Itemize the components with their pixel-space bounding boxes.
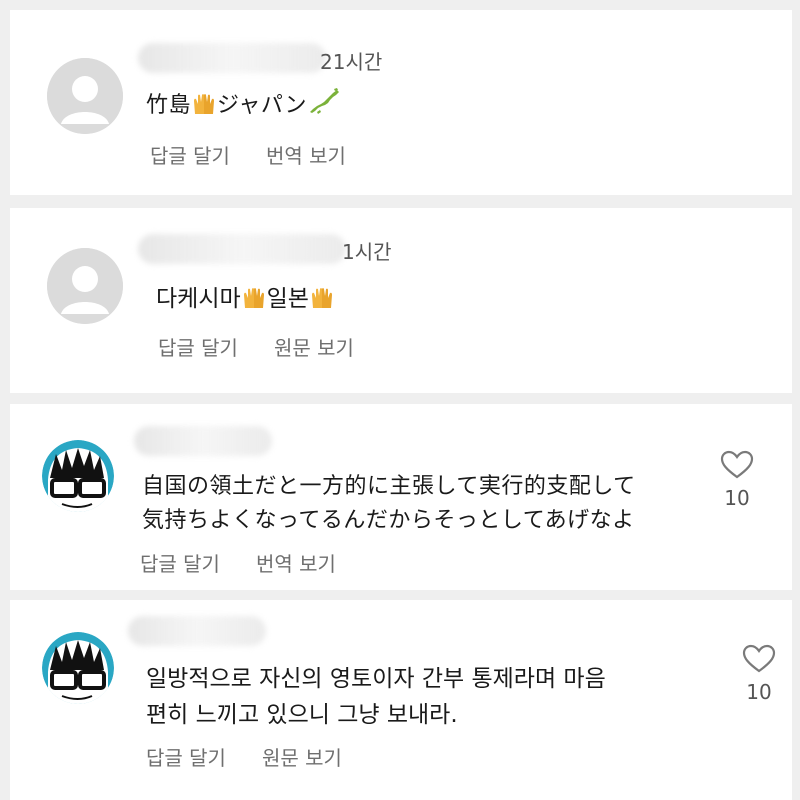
glasses-avatar-icon[interactable] <box>42 440 114 512</box>
comment-actions: 답글 달기 원문 보기 <box>158 332 390 361</box>
heart-outline-icon[interactable] <box>742 644 776 674</box>
comment-text-line: 自国の領土だと一方的に主張して実行的支配して <box>142 474 636 499</box>
glasses-avatar-icon[interactable] <box>42 632 114 704</box>
see-original-button[interactable]: 원문 보기 <box>274 332 354 361</box>
like-count: 10 <box>746 680 772 704</box>
comment-actions: 답글 달기 번역 보기 <box>140 548 372 577</box>
reply-button[interactable]: 답글 달기 <box>140 548 220 577</box>
comment-text-part: 竹島 <box>146 93 192 118</box>
reply-button[interactable]: 답글 달기 <box>146 742 226 771</box>
japan-map-icon <box>308 88 340 127</box>
comment-text-line: 편히 느끼고 있으니 그냥 보내라. <box>146 702 458 728</box>
comment-card: 21시간 竹島 ジャパン 답글 달기 번역 보기 <box>10 10 792 195</box>
raising-hands-icon <box>192 92 216 127</box>
default-avatar-icon[interactable] <box>47 58 123 134</box>
comment-card: 1시간 다케시마 일본 답글 달기 원문 보기 <box>10 208 792 393</box>
see-original-button[interactable]: 원문 보기 <box>262 742 342 771</box>
comment-card: 일방적으로 자신의 영토이자 간부 통제라며 마음 편히 느끼고 있으니 그냥 … <box>10 600 792 800</box>
comments-screen: 21시간 竹島 ジャパン 답글 달기 번역 보기 1시간 다케시마 일본 답글 달기 원… <box>0 0 800 800</box>
blurred-username[interactable] <box>128 616 266 646</box>
see-translation-button[interactable]: 번역 보기 <box>256 548 336 577</box>
comment-text-part: ジャパン <box>217 93 308 118</box>
comment-actions: 답글 달기 원문 보기 <box>146 742 378 771</box>
comment-card: 自国の領土だと一方的に主張して実行的支配して 気持ちよくなってるんだからそっとし… <box>10 404 792 590</box>
blurred-username[interactable] <box>134 426 272 456</box>
raising-hands-icon <box>310 286 334 320</box>
comment-text-line: 일방적으로 자신의 영토이자 간부 통제라며 마음 <box>146 666 606 692</box>
see-translation-button[interactable]: 번역 보기 <box>266 140 346 169</box>
comment-text-line: 気持ちよくなってるんだからそっとしてあげなよ <box>142 508 635 533</box>
reply-button[interactable]: 답글 달기 <box>150 140 230 169</box>
comment-text-part: 다케시마 <box>156 286 241 312</box>
like-count: 10 <box>724 486 750 510</box>
comment-timestamp: 21시간 <box>320 50 383 74</box>
like-control[interactable]: 10 <box>737 644 781 704</box>
blurred-username[interactable] <box>138 234 346 264</box>
heart-outline-icon[interactable] <box>720 450 754 480</box>
comment-text-part: 일본 <box>266 286 309 312</box>
blurred-username[interactable] <box>138 43 326 73</box>
comment-text: 竹島 ジャパン <box>146 88 341 127</box>
reply-button[interactable]: 답글 달기 <box>158 332 238 361</box>
comment-timestamp: 1시간 <box>342 240 392 264</box>
default-avatar-icon[interactable] <box>47 248 123 324</box>
comment-text: 다케시마 일본 <box>156 282 335 320</box>
like-control[interactable]: 10 <box>715 450 759 510</box>
raising-hands-icon <box>242 286 266 320</box>
comment-actions: 답글 달기 번역 보기 <box>150 140 382 169</box>
